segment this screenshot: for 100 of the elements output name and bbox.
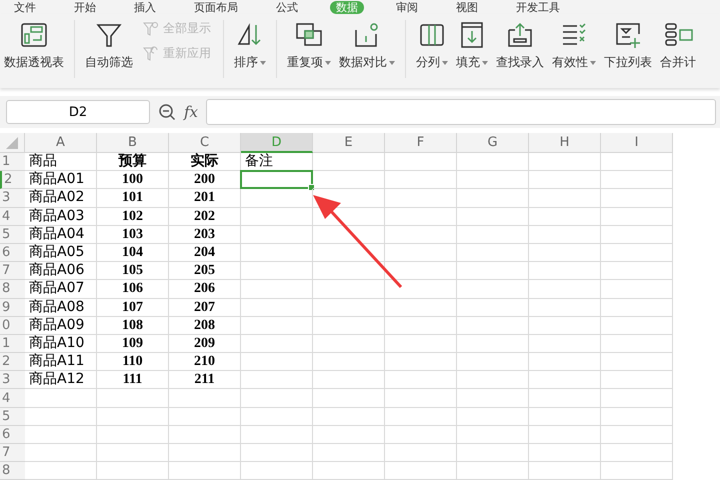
row-header[interactable]: 5 xyxy=(0,408,25,426)
row-header[interactable]: 6 xyxy=(0,244,25,262)
table-cell: 211 xyxy=(169,371,241,390)
table-cell: 201 xyxy=(169,189,241,208)
row-header[interactable]: 4 xyxy=(0,389,25,408)
name-box[interactable]: D2 xyxy=(6,100,150,124)
zoom-icon xyxy=(158,103,176,121)
table-cell: 203 xyxy=(169,226,241,244)
menu-tab[interactable]: 公式 xyxy=(270,0,304,14)
row-header[interactable]: 3 xyxy=(0,371,25,390)
row-header[interactable]: 7 xyxy=(0,444,25,462)
ribbon-label: 自动筛选 xyxy=(85,54,133,71)
ribbon-label: 分列 xyxy=(416,54,440,71)
menu-tab[interactable]: 文件 xyxy=(8,0,42,14)
table-cell: 104 xyxy=(97,244,169,262)
ribbon-label: 重复项 xyxy=(287,54,323,71)
column-header[interactable]: C xyxy=(169,133,241,153)
table-cell: 预算 xyxy=(97,153,169,172)
row-header[interactable]: 2 xyxy=(0,171,25,190)
table-cell: 商品A06 xyxy=(25,262,97,280)
table-cell: 200 xyxy=(169,171,241,190)
refresh-filter-icon xyxy=(143,46,159,62)
table-cell: 商品A07 xyxy=(25,280,97,298)
table-cell: 108 xyxy=(97,316,169,335)
menu-tab[interactable]: 页面布局 xyxy=(188,0,244,14)
ribbon-button[interactable]: 重复项 xyxy=(283,20,335,71)
table-cell: 210 xyxy=(169,353,241,372)
ribbon-button[interactable]: 数据透视表 xyxy=(0,20,68,71)
table-cell: 208 xyxy=(169,316,241,335)
table-cell: 110 xyxy=(97,353,169,372)
ribbon-button[interactable]: 排序 xyxy=(230,20,270,71)
table-cell: 商品A02 xyxy=(25,189,97,208)
table-cell: 商品A12 xyxy=(25,371,97,390)
table-cell: 商品A01 xyxy=(25,171,97,190)
row-header[interactable]: 0 xyxy=(0,316,25,335)
table-cell: 202 xyxy=(169,208,241,226)
table-cell: 商品A10 xyxy=(25,334,97,354)
formula-field[interactable] xyxy=(206,99,716,125)
table-cell: 209 xyxy=(169,334,241,354)
row-header[interactable]: 8 xyxy=(0,462,25,480)
table-cell: 101 xyxy=(97,189,169,208)
column-header[interactable]: A xyxy=(25,133,97,153)
row-header[interactable]: 2 xyxy=(0,353,25,372)
table-cell: 商品A11 xyxy=(25,353,97,372)
table-cell: 商品A09 xyxy=(25,316,97,335)
row-header[interactable]: 7 xyxy=(0,262,25,280)
menu-tab[interactable]: 开发工具 xyxy=(510,0,566,14)
row-header[interactable]: 1 xyxy=(0,153,25,172)
table-cell: 商品A05 xyxy=(25,244,97,262)
ribbon-label: 有效性 xyxy=(552,54,588,71)
menu-tab[interactable]: 开始 xyxy=(68,0,102,14)
row-header[interactable]: 1 xyxy=(0,334,25,354)
row-header[interactable]: 8 xyxy=(0,280,25,298)
row-header[interactable]: 9 xyxy=(0,298,25,317)
table-cell: 204 xyxy=(169,244,241,262)
ribbon-label: 排序 xyxy=(234,54,258,71)
table-cell: 商品A08 xyxy=(25,298,97,317)
column-header[interactable]: B xyxy=(97,133,169,153)
row-header[interactable]: 5 xyxy=(0,226,25,244)
ribbon-label: 下拉列表 xyxy=(604,54,652,71)
table-cell: 103 xyxy=(97,226,169,244)
table-cell: 商品A04 xyxy=(25,226,97,244)
table-cell: 109 xyxy=(97,334,169,354)
table-cell: 111 xyxy=(97,371,169,390)
table-cell: 106 xyxy=(97,280,169,298)
function-label[interactable]: fx xyxy=(184,103,198,121)
table-cell: 100 xyxy=(97,171,169,190)
menu-tab[interactable]: 插入 xyxy=(128,0,162,14)
table-cell: 备注 xyxy=(241,153,313,172)
ribbon-label: 查找录入 xyxy=(496,54,544,71)
select-all-corner[interactable] xyxy=(0,133,25,153)
menu-tab[interactable]: 审阅 xyxy=(390,0,424,14)
menu-tab[interactable]: 数据 xyxy=(330,0,364,14)
column-header[interactable]: H xyxy=(529,133,601,153)
corner-triangle-icon xyxy=(6,136,18,148)
ribbon-button[interactable]: 填充 xyxy=(452,20,492,71)
column-header[interactable]: F xyxy=(385,133,457,153)
ribbon-label: 数据对比 xyxy=(339,54,387,71)
ribbon-button[interactable]: 数据对比 xyxy=(335,20,399,71)
table-cell: 107 xyxy=(97,298,169,317)
ribbon-label: 填充 xyxy=(456,54,480,71)
column-header[interactable]: E xyxy=(313,133,385,153)
ribbon-button[interactable]: 自动筛选 xyxy=(81,20,137,71)
ribbon-button[interactable]: 分列 xyxy=(412,20,452,71)
column-header[interactable]: G xyxy=(457,133,529,153)
row-header[interactable]: 4 xyxy=(0,208,25,226)
row-header[interactable]: 3 xyxy=(0,189,25,208)
ribbon-label: 数据透视表 xyxy=(4,54,64,71)
table-cell: 207 xyxy=(169,298,241,317)
table-cell: 商品A03 xyxy=(25,208,97,226)
table-cell: 206 xyxy=(169,280,241,298)
ribbon-button[interactable]: 查找录入 xyxy=(492,20,548,71)
ribbon-button[interactable]: 下拉列表 xyxy=(600,20,656,71)
table-cell: 105 xyxy=(97,262,169,280)
column-header[interactable]: I xyxy=(601,133,673,153)
table-cell: 205 xyxy=(169,262,241,280)
menu-tab[interactable]: 视图 xyxy=(450,0,484,14)
row-header[interactable]: 6 xyxy=(0,426,25,444)
ribbon-button[interactable]: 有效性 xyxy=(548,20,600,71)
ribbon-button[interactable]: 合并计 xyxy=(656,20,700,71)
